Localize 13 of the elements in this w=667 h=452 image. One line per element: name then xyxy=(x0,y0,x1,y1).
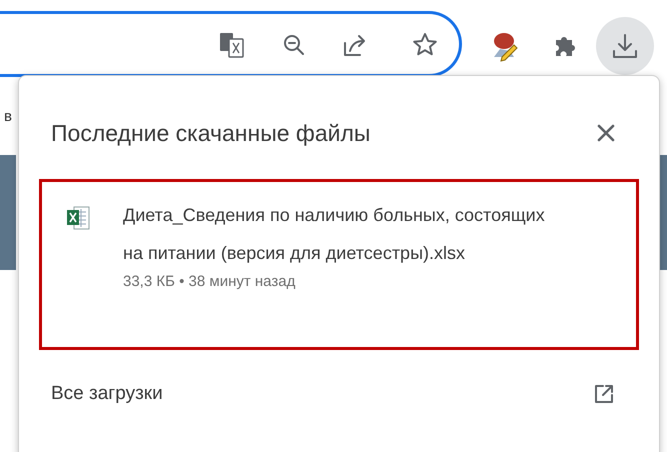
download-item[interactable]: Диета_Сведения по наличию больных, состоящих на питании (версия для диетсестры).xlsx 33,3 КБ • 38 минут назад xyxy=(39,178,639,350)
close-icon[interactable] xyxy=(595,122,617,144)
download-icon xyxy=(610,31,640,61)
address-bar[interactable] xyxy=(0,11,462,77)
panel-title: Последние скачанные файлы xyxy=(51,119,370,148)
file-name: Диета_Сведения по наличию больных, состоящих на питании (версия для диетсестры).xlsx xyxy=(123,204,546,265)
file-details: 33,3 КБ • 38 минут назад xyxy=(123,272,296,292)
external-link-icon[interactable] xyxy=(593,382,615,405)
zoom-out-icon[interactable] xyxy=(281,32,307,58)
all-downloads-link[interactable]: Все загрузки xyxy=(51,380,163,408)
translate-icon[interactable] xyxy=(218,31,246,59)
spreadsheet-icon xyxy=(65,204,91,232)
page-text: в xyxy=(4,107,12,127)
